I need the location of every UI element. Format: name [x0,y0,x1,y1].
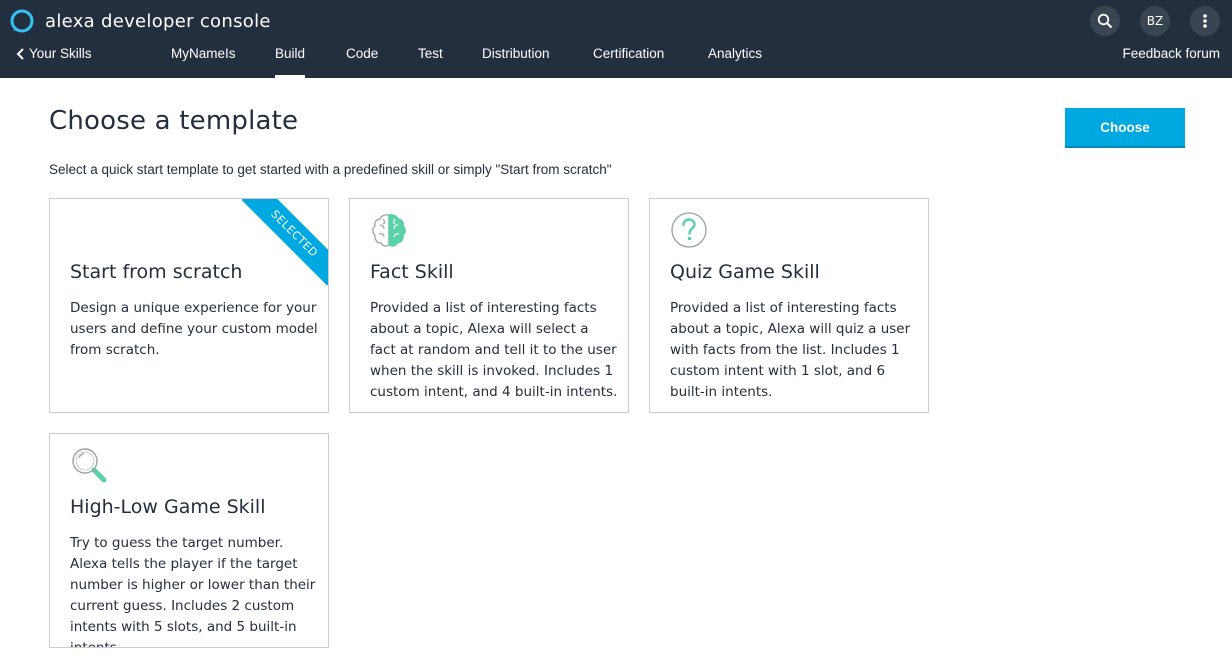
search-button[interactable] [1090,6,1120,36]
template-description: Provided a list of interesting facts abo… [370,300,618,400]
brain-icon [372,214,406,247]
nav-item-analytics[interactable]: Analytics [708,42,762,78]
magnifier-icon [72,448,107,483]
template-title: Quiz Game Skill [670,261,820,283]
nav-item-certification[interactable]: Certification [593,42,664,78]
avatar-initials: BZ [1146,14,1164,28]
chevron-left-icon [16,48,24,60]
nav-item-mynameis[interactable]: MyNameIs [171,42,236,78]
nav-item-distribution[interactable]: Distribution [482,42,550,78]
template-card-fact-skill[interactable]: Fact Skill Provided a list of interestin… [349,198,629,413]
nav-item-build[interactable]: Build [275,42,306,78]
template-title: Fact Skill [370,261,454,283]
nav-item-code[interactable]: Code [346,42,378,78]
search-icon [1097,13,1113,29]
selected-badge: SELECTED [242,199,328,285]
nav-item-test[interactable]: Test [418,42,443,78]
question-circle-icon [671,212,707,248]
feedback-forum-link[interactable]: Feedback forum [1122,42,1220,66]
choose-button[interactable]: Choose [1065,108,1185,148]
brand[interactable]: alexa developer console [10,8,271,34]
template-title: Start from scratch [70,261,243,283]
avatar[interactable]: BZ [1140,6,1170,36]
top-bar: alexa developer console BZ Your Skills M… [0,0,1232,78]
template-card-high-low-game-skill[interactable]: High-Low Game Skill Try to guess the tar… [49,433,329,648]
back-to-skills-link[interactable]: Your Skills [16,42,92,66]
template-title: High-Low Game Skill [70,496,266,518]
template-card-quiz-game-skill[interactable]: Quiz Game Skill Provided a list of inter… [649,198,929,413]
page-subtitle: Select a quick start template to get sta… [49,162,612,177]
top-actions: BZ [1090,6,1220,36]
template-card-start-from-scratch[interactable]: SELECTED Start from scratch Design a uni… [49,198,329,413]
skill-nav: Your Skills MyNameIs Build Code Test Dis… [0,42,1232,78]
page-title: Choose a template [49,106,299,136]
app-title: alexa developer console [45,10,271,32]
template-description: Provided a list of interesting facts abo… [670,300,911,400]
more-menu-button[interactable] [1190,6,1220,36]
template-description: Design a unique experience for your user… [70,300,318,358]
alexa-logo-icon [10,9,34,33]
back-link-label: Your Skills [29,46,92,61]
more-vertical-icon [1203,14,1207,28]
template-description: Try to guess the target number. Alexa te… [70,535,316,648]
selected-ribbon: SELECTED [242,199,328,285]
